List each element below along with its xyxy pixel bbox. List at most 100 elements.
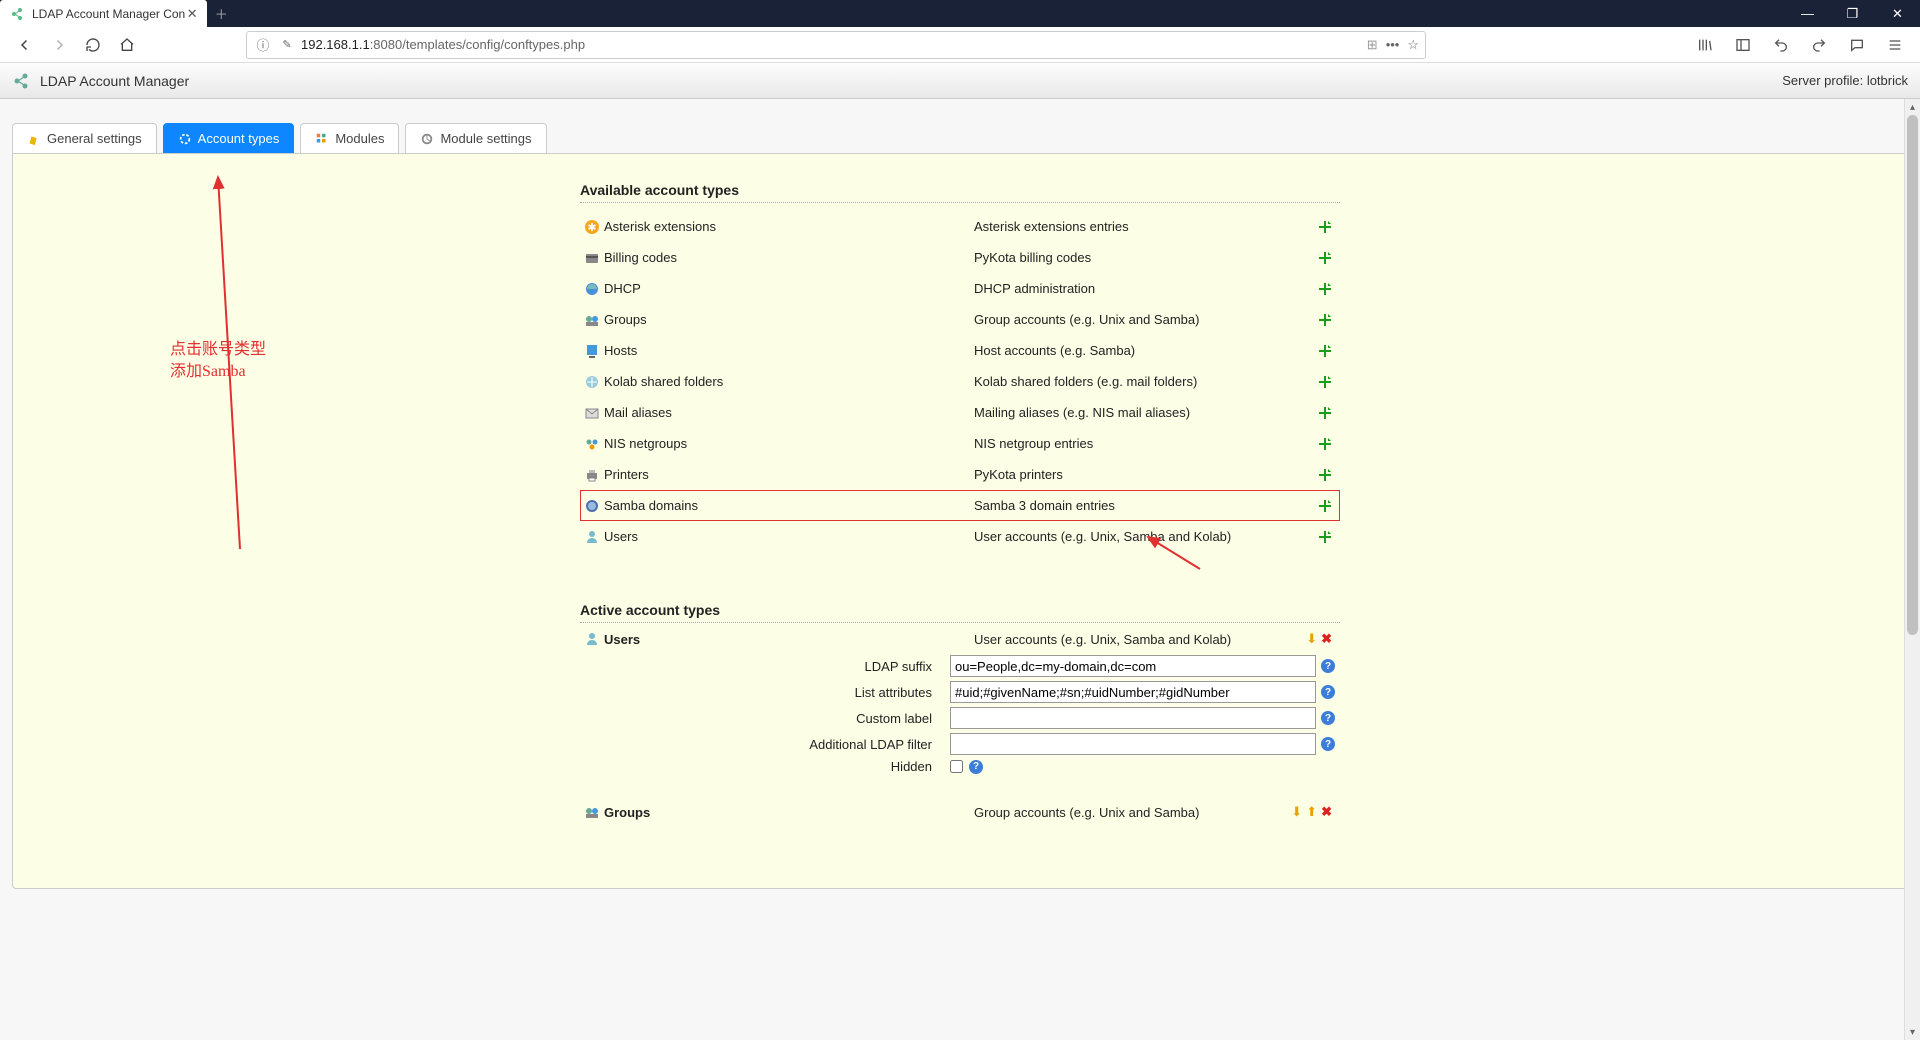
- forward-button[interactable]: [44, 30, 74, 60]
- tab-label: Modules: [335, 131, 384, 146]
- available-type-row: Samba domainsSamba 3 domain entries: [580, 490, 1340, 521]
- active-type-name: Groups: [604, 805, 974, 820]
- asterisk-icon: ✱: [580, 219, 604, 235]
- window-maximize-button[interactable]: ❐: [1830, 0, 1875, 27]
- back-button[interactable]: [10, 30, 40, 60]
- available-type-row: NIS netgroupsNIS netgroup entries: [580, 428, 1340, 459]
- add-type-button[interactable]: [1318, 375, 1332, 389]
- custom-label-label: Custom label: [580, 711, 950, 726]
- add-type-button[interactable]: [1318, 530, 1332, 544]
- ldap-suffix-label: LDAP suffix: [580, 659, 950, 674]
- type-desc: DHCP administration: [974, 281, 1310, 296]
- tab-icon: [315, 132, 329, 146]
- tab-close-icon[interactable]: ✕: [185, 7, 199, 21]
- ldap-suffix-input[interactable]: [950, 655, 1316, 677]
- available-type-row: HostsHost accounts (e.g. Samba): [580, 335, 1340, 366]
- type-name: Asterisk extensions: [604, 219, 974, 234]
- bookmark-icon[interactable]: ☆: [1407, 37, 1419, 53]
- scrollbar-thumb[interactable]: [1907, 115, 1918, 635]
- help-icon[interactable]: ?: [1321, 711, 1335, 725]
- window-close-button[interactable]: ✕: [1875, 0, 1920, 27]
- type-desc: PyKota billing codes: [974, 250, 1310, 265]
- config-tabs: General settings Account types Modules Modu…: [12, 123, 1908, 153]
- available-type-row: PrintersPyKota printers: [580, 459, 1340, 490]
- list-attributes-label: List attributes: [580, 685, 950, 700]
- type-desc: User accounts (e.g. Unix, Samba and Kola…: [974, 529, 1310, 544]
- chat-icon[interactable]: [1842, 30, 1872, 60]
- help-icon[interactable]: ?: [969, 760, 983, 774]
- add-type-button[interactable]: [1318, 313, 1332, 327]
- hidden-checkbox[interactable]: [950, 760, 963, 773]
- users-icon: [580, 631, 604, 647]
- help-icon[interactable]: ?: [1321, 737, 1335, 751]
- url-text: 192.168.1.1:8080/templates/config/confty…: [301, 37, 585, 52]
- nis-icon: [580, 436, 604, 452]
- add-type-button[interactable]: [1318, 220, 1332, 234]
- config-tab-modules[interactable]: Modules: [300, 123, 399, 153]
- help-icon[interactable]: ?: [1321, 659, 1335, 673]
- help-icon[interactable]: ?: [1321, 685, 1335, 699]
- move-down-icon[interactable]: ⬇: [1306, 631, 1317, 647]
- config-tab-general-settings[interactable]: General settings: [12, 123, 157, 153]
- active-type-desc: User accounts (e.g. Unix, Samba and Kola…: [974, 632, 1306, 647]
- type-name: Samba domains: [604, 498, 974, 513]
- sidebar-icon[interactable]: [1728, 30, 1758, 60]
- hidden-label: Hidden: [580, 759, 950, 774]
- type-name: DHCP: [604, 281, 974, 296]
- reload-button[interactable]: [78, 30, 108, 60]
- type-desc: Group accounts (e.g. Unix and Samba): [974, 312, 1310, 327]
- config-tab-module-settings[interactable]: Module settings: [405, 123, 546, 153]
- info-icon[interactable]: ⓘ: [253, 35, 273, 55]
- delete-icon[interactable]: ✖: [1321, 631, 1332, 647]
- active-types-heading: Active account types: [580, 602, 1340, 623]
- active-type-name: Users: [604, 632, 974, 647]
- config-tab-account-types[interactable]: Account types: [163, 123, 295, 153]
- qr-icon[interactable]: ⊞: [1367, 37, 1378, 53]
- server-profile: Server profile: lotbrick: [1782, 73, 1908, 88]
- home-button[interactable]: [112, 30, 142, 60]
- custom-label-input[interactable]: [950, 707, 1316, 729]
- tab-label: General settings: [47, 131, 142, 146]
- add-type-button[interactable]: [1318, 406, 1332, 420]
- scroll-up-icon[interactable]: ▴: [1905, 99, 1920, 115]
- window-controls: — ❐ ✕: [1785, 0, 1920, 27]
- redo-icon[interactable]: [1804, 30, 1834, 60]
- kolab-icon: [580, 374, 604, 390]
- scroll-down-icon[interactable]: ▾: [1905, 1024, 1920, 1040]
- page-scrollbar[interactable]: ▴ ▾: [1904, 99, 1920, 1040]
- window-minimize-button[interactable]: —: [1785, 0, 1830, 27]
- add-type-button[interactable]: [1318, 282, 1332, 296]
- library-icon[interactable]: [1690, 30, 1720, 60]
- billing-icon: [580, 250, 604, 266]
- available-type-row: UsersUser accounts (e.g. Unix, Samba and…: [580, 521, 1340, 552]
- additional-filter-input[interactable]: [950, 733, 1316, 755]
- add-type-button[interactable]: [1318, 251, 1332, 265]
- move-up-icon[interactable]: ⬆: [1306, 804, 1317, 820]
- add-type-button[interactable]: [1318, 437, 1332, 451]
- groups-icon: [580, 804, 604, 820]
- browser-tab[interactable]: LDAP Account Manager Con ✕: [0, 0, 207, 27]
- type-name: Users: [604, 529, 974, 544]
- add-type-button[interactable]: [1318, 468, 1332, 482]
- page-actions-icon[interactable]: •••: [1386, 37, 1400, 52]
- app-title: LDAP Account Manager: [40, 73, 189, 89]
- menu-icon[interactable]: [1880, 30, 1910, 60]
- config-panel: Available account types ✱Asterisk extens…: [12, 153, 1908, 889]
- edit-icon[interactable]: ✎: [277, 35, 297, 55]
- move-down-icon[interactable]: ⬇: [1291, 804, 1302, 820]
- add-type-button[interactable]: [1318, 499, 1332, 513]
- delete-icon[interactable]: ✖: [1321, 804, 1332, 820]
- tab-favicon: [10, 6, 26, 22]
- browser-navbar: ⓘ ✎ 192.168.1.1:8080/templates/config/co…: [0, 27, 1920, 63]
- page-header: LDAP Account Manager Server profile: lot…: [0, 63, 1920, 99]
- svg-text:✱: ✱: [587, 222, 596, 234]
- active-type-head: UsersUser accounts (e.g. Unix, Samba and…: [580, 631, 1340, 647]
- list-attributes-input[interactable]: [950, 681, 1316, 703]
- add-type-button[interactable]: [1318, 344, 1332, 358]
- available-type-row: Kolab shared foldersKolab shared folders…: [580, 366, 1340, 397]
- undo-icon[interactable]: [1766, 30, 1796, 60]
- tab-icon: [178, 132, 192, 146]
- new-tab-button[interactable]: ＋: [207, 0, 235, 27]
- url-bar[interactable]: ⓘ ✎ 192.168.1.1:8080/templates/config/co…: [246, 31, 1426, 59]
- type-desc: Kolab shared folders (e.g. mail folders): [974, 374, 1310, 389]
